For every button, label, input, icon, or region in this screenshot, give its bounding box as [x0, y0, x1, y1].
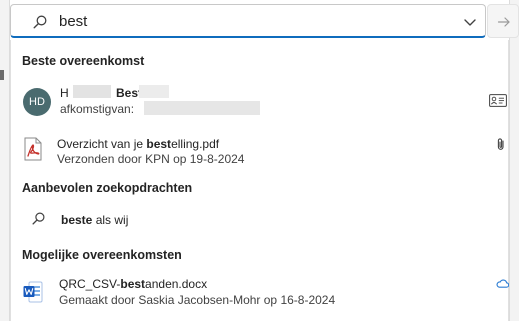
- pdf-result-subtitle: Verzonden door KPN op 19-8-2024: [57, 152, 245, 166]
- background-window-right-edge: [509, 0, 519, 321]
- avatar: HD: [23, 88, 51, 116]
- section-header-suggested-searches: Aanbevolen zoekopdrachten: [22, 181, 193, 195]
- suggested-search-row[interactable]: beste als wij: [11, 204, 508, 234]
- search-suggestions-flyout: Beste overeenkomst HD H Best afkomstigva…: [10, 40, 509, 321]
- background-window-marker: [0, 70, 4, 80]
- suggested-search-text: beste als wij: [61, 213, 129, 227]
- word-file-icon: [23, 281, 43, 303]
- arrow-right-icon: [497, 17, 510, 27]
- redacted-name-part: [139, 85, 169, 98]
- chevron-down-icon[interactable]: [463, 15, 477, 29]
- section-header-best-match: Beste overeenkomst: [22, 54, 145, 68]
- contact-card-icon[interactable]: [489, 94, 507, 107]
- contact-name-first: H: [60, 86, 69, 100]
- cloud-icon: [496, 279, 509, 288]
- paperclip-icon: [497, 138, 504, 150]
- pdf-message-result-row[interactable]: Overzicht van je bestelling.pdf Verzonde…: [11, 129, 508, 173]
- search-input[interactable]: [59, 10, 439, 32]
- contact-result-row[interactable]: HD H Best afkomstigvan:: [11, 79, 508, 123]
- search-icon: [32, 212, 45, 225]
- pdf-file-icon: [24, 137, 42, 161]
- search-bar[interactable]: [10, 4, 486, 38]
- background-window-left-edge: [0, 0, 10, 321]
- contact-email-prefix: afkomstigvan:: [60, 102, 135, 116]
- docx-result-title: QRC_CSV-bestanden.docx: [59, 277, 208, 291]
- pdf-result-title: Overzicht van je bestelling.pdf: [57, 137, 220, 151]
- redacted-name-part: [73, 85, 111, 98]
- redacted-email: [144, 101, 260, 115]
- search-icon: [33, 15, 47, 29]
- docx-file-result-row[interactable]: QRC_CSV-bestanden.docx Gemaakt door Sask…: [11, 269, 509, 313]
- section-header-possible-matches: Mogelijke overeenkomsten: [22, 248, 182, 262]
- docx-result-subtitle: Gemaakt door Saskia Jacobsen-Mohr op 16-…: [59, 293, 336, 307]
- search-submit-button[interactable]: [487, 4, 519, 38]
